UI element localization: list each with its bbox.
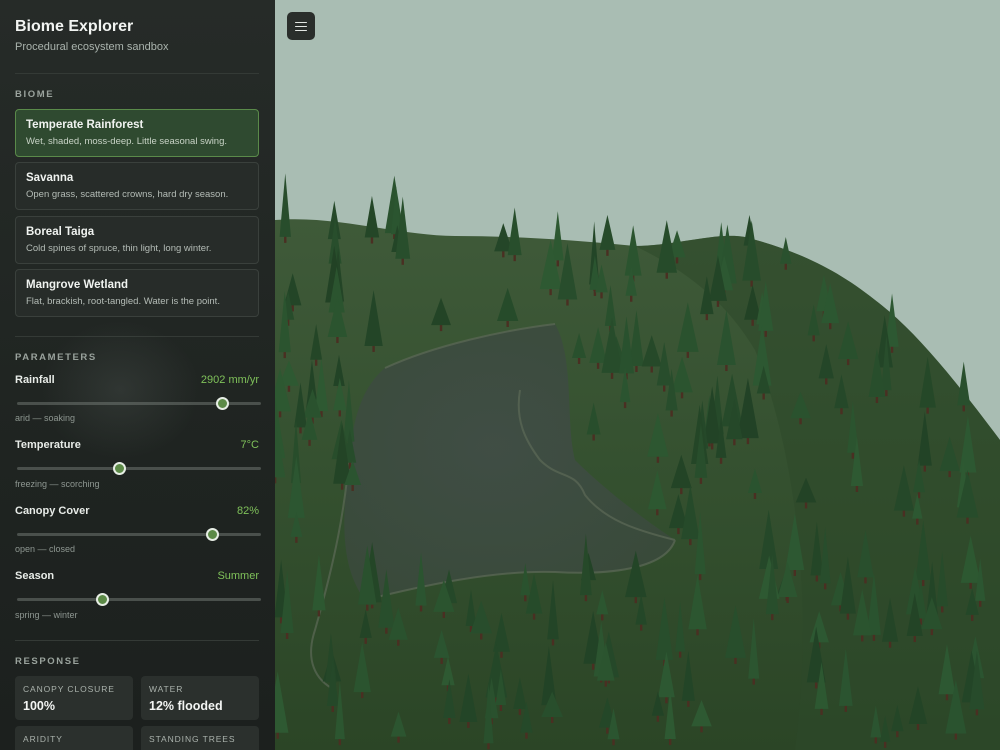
biome-desc: Wet, shaded, moss-deep. Little seasonal … <box>26 136 228 147</box>
tree-crown <box>507 207 522 256</box>
biome-card-savanna[interactable]: Savanna Open grass, scattered crowns, ha… <box>15 162 259 210</box>
canopy-cover-range: open — closed <box>15 544 76 554</box>
temperature-slider[interactable] <box>17 462 261 475</box>
canopy-cover-slider[interactable] <box>17 528 261 541</box>
canopy-cover-value: 82% <box>236 505 259 517</box>
rainfall-range: arid — soaking <box>15 413 76 423</box>
response-card-canopy-closure: CANOPY CLOSURE 100% <box>15 676 133 720</box>
response-card-water: WATER 12% flooded <box>141 676 259 720</box>
response-card-aridity: ARIDITY <box>15 726 133 750</box>
tree-crown <box>279 173 291 237</box>
response-card-standing-trees: STANDING TREES <box>141 726 259 750</box>
season-slider[interactable] <box>17 593 261 606</box>
response-label: WATER <box>149 684 184 694</box>
biome-name: Boreal Taiga <box>26 226 95 238</box>
season-range: spring — winter <box>15 610 78 620</box>
divider <box>15 336 259 337</box>
sidebar: Biome Explorer Procedural ecosystem sand… <box>0 0 275 750</box>
divider <box>15 640 259 641</box>
response-section-label: RESPONSE <box>15 656 81 667</box>
response-value: 12% flooded <box>149 699 223 713</box>
season-value: Summer <box>217 570 259 582</box>
response-value: 100% <box>23 699 55 713</box>
menu-button[interactable] <box>287 12 315 40</box>
biome-desc: Flat, brackish, root-tangled. Water is t… <box>26 296 220 307</box>
season-label: Season <box>15 570 55 582</box>
temperature-value: 7°C <box>240 439 259 451</box>
season-slider-thumb[interactable] <box>96 593 110 606</box>
app-subtitle: Procedural ecosystem sandbox <box>15 41 169 53</box>
rainfall-slider-thumb[interactable] <box>215 397 229 410</box>
tree-crown <box>364 195 380 238</box>
biome-desc: Cold spines of spruce, thin light, long … <box>26 243 212 254</box>
rainfall-value: 2902 mm/yr <box>200 374 259 386</box>
response-label: CANOPY CLOSURE <box>23 684 115 694</box>
temperature-label: Temperature <box>15 439 81 451</box>
biome-card-boreal-taiga[interactable]: Boreal Taiga Cold spines of spruce, thin… <box>15 216 259 264</box>
canopy-cover-label: Canopy Cover <box>15 505 90 517</box>
tree-crown <box>599 214 616 250</box>
biome-card-temperate-rainforest[interactable]: Temperate Rainforest Wet, shaded, moss-d… <box>15 109 259 157</box>
app-title: Biome Explorer <box>15 18 134 35</box>
biome-card-mangrove-wetland[interactable]: Mangrove Wetland Flat, brackish, root-ta… <box>15 269 259 317</box>
biome-name: Temperate Rainforest <box>26 119 144 131</box>
rainfall-slider[interactable] <box>17 397 261 410</box>
temperature-slider-thumb[interactable] <box>113 462 127 475</box>
response-label: ARIDITY <box>23 734 63 744</box>
rainfall-label: Rainfall <box>15 374 55 386</box>
biome-section-label: BIOME <box>15 89 55 100</box>
biome-name: Mangrove Wetland <box>26 279 129 291</box>
biome-name: Savanna <box>26 172 74 184</box>
tree-crown <box>551 211 564 261</box>
biome-desc: Open grass, scattered crowns, hard dry s… <box>26 189 229 200</box>
parameters-section-label: PARAMETERS <box>15 352 97 363</box>
response-label: STANDING TREES <box>149 734 236 744</box>
3d-viewport[interactable] <box>275 0 1000 750</box>
canopy-cover-slider-thumb[interactable] <box>206 528 220 541</box>
hamburger-menu-icon <box>295 21 307 31</box>
terrain-scene[interactable] <box>275 0 1000 750</box>
divider <box>15 73 259 74</box>
temperature-range: freezing — scorching <box>15 479 100 489</box>
tree-crown <box>957 361 971 406</box>
